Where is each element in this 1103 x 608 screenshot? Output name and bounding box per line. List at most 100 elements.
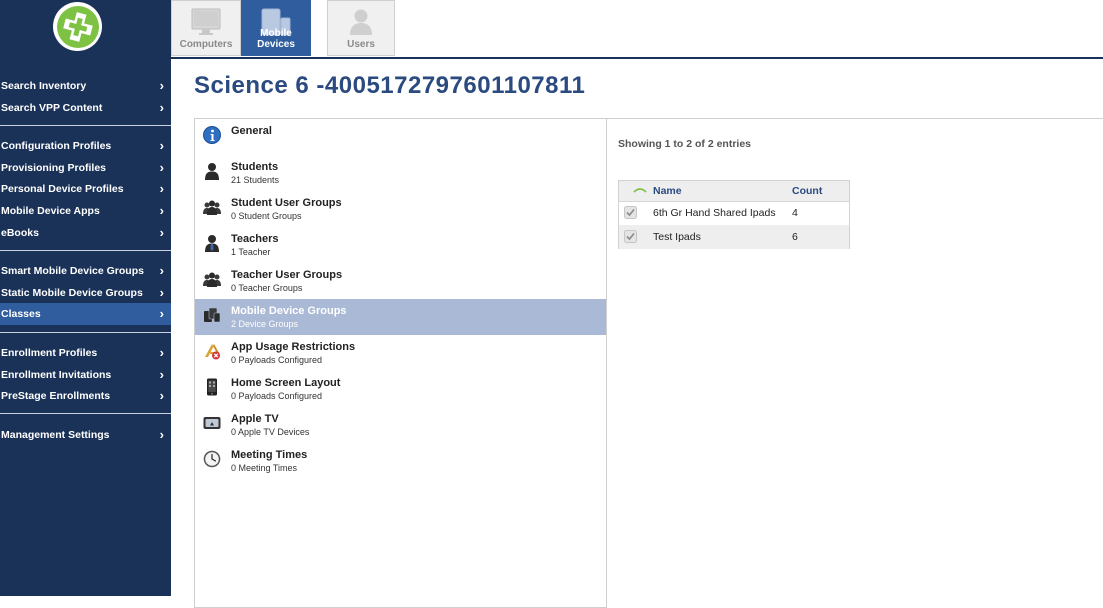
- list-item-home-screen-layout[interactable]: Home Screen Layout 0 Payloads Configured: [195, 371, 606, 407]
- chevron-right-icon: ›: [159, 160, 164, 175]
- sidebar-item-label: PreStage Enrollments: [1, 390, 111, 402]
- sidebar-divider: [0, 250, 171, 251]
- info-icon: [203, 126, 221, 144]
- app-restriction-icon: [205, 344, 220, 360]
- student-icon: [205, 163, 219, 180]
- list-item-subtitle: 0 Payloads Configured: [231, 391, 323, 401]
- sidebar-divider: [0, 332, 171, 333]
- user-group-icon: [203, 272, 221, 287]
- device-groups-table: Name Count 6th Gr Hand Shared Ipads 4 Te…: [618, 180, 850, 249]
- list-item-subtitle: 2 Device Groups: [231, 319, 299, 329]
- user-icon: [350, 9, 372, 35]
- sidebar-item-label: Provisioning Profiles: [1, 162, 107, 174]
- list-item-title: Mobile Device Groups: [231, 305, 347, 317]
- list-item-teacher-user-groups[interactable]: Teacher User Groups 0 Teacher Groups: [195, 263, 606, 299]
- sidebar-item-label: Enrollment Invitations: [1, 369, 112, 381]
- table-header: Name Count: [619, 181, 849, 202]
- tab-label: Computers: [179, 39, 233, 50]
- list-item-title: Students: [231, 161, 279, 173]
- tab-label: Users: [347, 39, 375, 50]
- list-item-subtitle: 0 Student Groups: [231, 211, 302, 221]
- group-name-cell: Test Ipads: [653, 231, 701, 243]
- list-item-subtitle: 1 Teacher: [231, 247, 271, 257]
- list-item-teachers[interactable]: Teachers 1 Teacher: [195, 227, 606, 263]
- logo[interactable]: [53, 2, 102, 51]
- chevron-right-icon: ›: [159, 388, 164, 403]
- logo-icon: [56, 5, 99, 48]
- list-item-meeting-times[interactable]: Meeting Times 0 Meeting Times: [195, 443, 606, 479]
- sidebar-item-label: Classes: [1, 308, 41, 320]
- list-item-title: Apple TV: [231, 413, 279, 425]
- class-settings-list: General Students 21 Students Student Use…: [194, 118, 607, 608]
- sidebar-item-label: Personal Device Profiles: [1, 183, 124, 195]
- list-item-title: General: [231, 125, 272, 137]
- chevron-right-icon: ›: [159, 367, 164, 382]
- list-item-general[interactable]: General: [195, 119, 606, 155]
- group-name-cell: 6th Gr Hand Shared Ipads: [653, 207, 776, 219]
- table-row[interactable]: 6th Gr Hand Shared Ipads 4: [619, 201, 849, 225]
- sidebar-item-smart-mobile-device-groups[interactable]: Smart Mobile Device Groups ›: [0, 260, 171, 282]
- sidebar-divider: [0, 125, 171, 126]
- checkmark-icon[interactable]: [624, 230, 637, 243]
- teacher-icon: [205, 235, 219, 252]
- page-title: Science 6 -4005172797601107811: [194, 72, 586, 99]
- chevron-right-icon: ›: [159, 427, 164, 442]
- list-item-title: Teachers: [231, 233, 279, 245]
- user-group-icon: [203, 200, 221, 215]
- chevron-right-icon: ›: [159, 345, 164, 360]
- chevron-right-icon: ›: [159, 181, 164, 196]
- sidebar-item-configuration-profiles[interactable]: Configuration Profiles ›: [0, 135, 171, 157]
- sidebar: Search Inventory › Search VPP Content › …: [0, 0, 171, 596]
- column-header-name[interactable]: Name: [653, 185, 682, 197]
- list-item-mobile-device-groups[interactable]: Mobile Device Groups 2 Device Groups: [195, 299, 606, 335]
- sidebar-item-management-settings[interactable]: Management Settings ›: [0, 424, 171, 446]
- sidebar-item-enrollment-profiles[interactable]: Enrollment Profiles ›: [0, 342, 171, 364]
- monitor-icon: [191, 8, 221, 35]
- list-item-subtitle: 0 Payloads Configured: [231, 355, 323, 365]
- tab-computers[interactable]: Computers: [171, 0, 241, 56]
- list-item-students[interactable]: Students 21 Students: [195, 155, 606, 191]
- tab-label: Mobile Devices: [257, 28, 295, 50]
- device-group-icon: [204, 307, 221, 323]
- list-item-apple-tv[interactable]: Apple TV 0 Apple TV Devices: [195, 407, 606, 443]
- sidebar-item-label: Static Mobile Device Groups: [1, 287, 143, 299]
- sidebar-item-prestage-enrollments[interactable]: PreStage Enrollments ›: [0, 385, 171, 407]
- chevron-right-icon: ›: [159, 306, 164, 321]
- sidebar-item-personal-device-profiles[interactable]: Personal Device Profiles ›: [0, 178, 171, 200]
- apple-tv-icon: [203, 417, 221, 429]
- list-item-app-usage-restrictions[interactable]: App Usage Restrictions 0 Payloads Config…: [195, 335, 606, 371]
- sidebar-item-static-mobile-device-groups[interactable]: Static Mobile Device Groups ›: [0, 282, 171, 304]
- sidebar-item-label: Configuration Profiles: [1, 140, 112, 152]
- list-item-title: Teacher User Groups: [231, 269, 343, 281]
- checkmark-icon[interactable]: [624, 206, 637, 219]
- sidebar-item-classes[interactable]: Classes ›: [0, 303, 171, 325]
- sidebar-item-search-inventory[interactable]: Search Inventory ›: [0, 75, 171, 97]
- sidebar-item-enrollment-invitations[interactable]: Enrollment Invitations ›: [0, 364, 171, 386]
- chevron-right-icon: ›: [159, 225, 164, 240]
- sidebar-item-label: Enrollment Profiles: [1, 347, 98, 359]
- list-item-subtitle: 0 Apple TV Devices: [231, 427, 310, 437]
- sidebar-item-search-vpp-content[interactable]: Search VPP Content ›: [0, 97, 171, 119]
- table-row[interactable]: Test Ipads 6: [619, 225, 849, 249]
- list-item-title: Student User Groups: [231, 197, 342, 209]
- sidebar-item-label: Search VPP Content: [1, 102, 103, 114]
- list-item-student-user-groups[interactable]: Student User Groups 0 Student Groups: [195, 191, 606, 227]
- home-screen-icon: [207, 378, 217, 396]
- tab-bar-divider: [171, 57, 1103, 59]
- sidebar-item-ebooks[interactable]: eBooks ›: [0, 222, 171, 244]
- sidebar-item-mobile-device-apps[interactable]: Mobile Device Apps ›: [0, 200, 171, 222]
- tab-mobile-devices[interactable]: Mobile Devices: [241, 0, 311, 56]
- list-item-subtitle: 0 Meeting Times: [231, 463, 298, 473]
- tab-users[interactable]: Users: [327, 0, 395, 56]
- column-header-count[interactable]: Count: [792, 185, 822, 197]
- sidebar-item-label: Mobile Device Apps: [1, 205, 100, 217]
- sort-ascending-icon[interactable]: [633, 186, 647, 194]
- list-item-title: Home Screen Layout: [231, 377, 341, 389]
- sidebar-item-provisioning-profiles[interactable]: Provisioning Profiles ›: [0, 157, 171, 179]
- detail-panel: Showing 1 to 2 of 2 entries Name Count 6…: [606, 118, 1103, 608]
- chevron-right-icon: ›: [159, 263, 164, 278]
- sidebar-divider: [0, 413, 171, 414]
- list-item-title: Meeting Times: [231, 449, 308, 461]
- sidebar-item-label: eBooks: [1, 227, 39, 239]
- list-item-subtitle: 0 Teacher Groups: [231, 283, 303, 293]
